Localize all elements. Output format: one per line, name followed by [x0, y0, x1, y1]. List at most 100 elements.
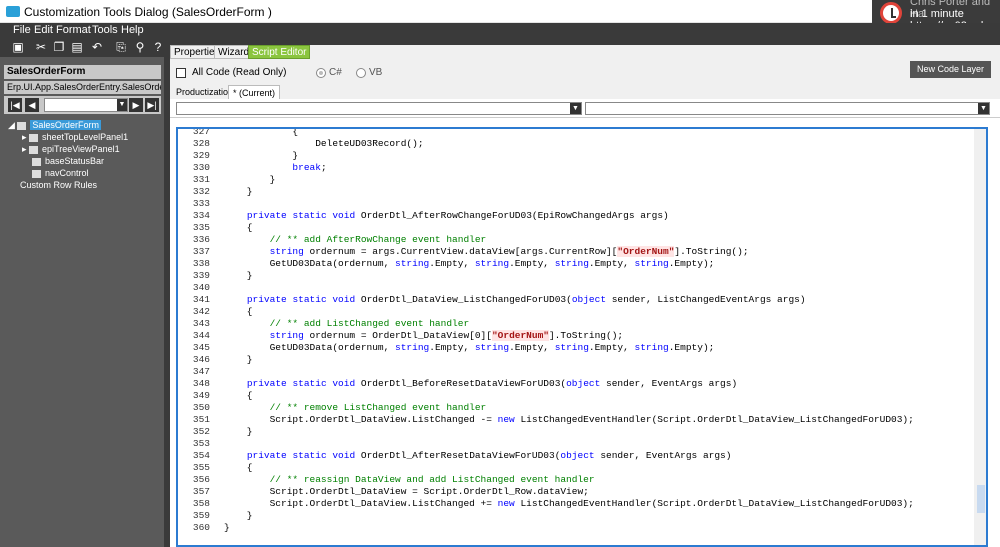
help-icon[interactable]: ?: [151, 40, 165, 54]
class-select[interactable]: ▼: [176, 102, 582, 115]
code-editor[interactable]: 327 328 329 330 331 332 333 334 335 336 337 338 339 3…: [176, 127, 988, 547]
prev-record-icon[interactable]: ◀: [25, 98, 39, 112]
line-number: 338: [192, 258, 210, 269]
code-line[interactable]: private static void OrderDtl_DataView_Li…: [224, 294, 806, 306]
save-icon[interactable]: ▣: [11, 40, 25, 54]
cut-icon[interactable]: ✂: [34, 40, 48, 54]
line-number: 339: [192, 270, 210, 281]
line-number: 355: [192, 462, 210, 473]
menu-tools[interactable]: Tools: [92, 24, 118, 36]
code-line[interactable]: break;: [224, 162, 326, 174]
code-area[interactable]: { DeleteUD03Record(); } break; } } priva…: [224, 129, 974, 545]
code-line[interactable]: // ** remove ListChanged event handler: [224, 402, 487, 414]
title-bar: Customization Tools Dialog (SalesOrderFo…: [0, 0, 1000, 23]
csharp-radio[interactable]: [316, 68, 326, 78]
vb-label: VB: [369, 67, 383, 78]
code-line[interactable]: string ordernum = OrderDtl_DataView[0]["…: [224, 330, 623, 342]
code-line[interactable]: Script.OrderDtl_DataView = Script.OrderD…: [224, 486, 589, 498]
code-line[interactable]: }: [224, 174, 276, 186]
first-record-icon[interactable]: |◀: [8, 98, 22, 112]
paste-icon[interactable]: ▤: [70, 40, 84, 54]
navcontrol-icon: [32, 169, 41, 178]
code-line[interactable]: // ** reassign DataView and add ListChan…: [224, 474, 595, 486]
vertical-scrollbar[interactable]: [974, 129, 986, 545]
code-line[interactable]: GetUD03Data(ordernum, string.Empty, stri…: [224, 258, 715, 270]
code-line[interactable]: {: [224, 462, 253, 474]
menu-edit[interactable]: Edit: [34, 24, 53, 36]
last-record-icon[interactable]: ▶|: [145, 98, 159, 112]
csharp-label: C#: [329, 67, 342, 78]
line-number: 360: [192, 522, 210, 533]
record-select[interactable]: ▼: [44, 98, 128, 112]
code-line[interactable]: }: [224, 522, 230, 534]
code-line[interactable]: }: [224, 354, 253, 366]
tree-node-salesorderform[interactable]: ◢ SalesOrderForm: [8, 119, 101, 131]
line-number: 341: [192, 294, 210, 305]
code-line[interactable]: {: [224, 129, 298, 138]
code-line[interactable]: {: [224, 306, 253, 318]
undo-icon[interactable]: ↶: [90, 40, 104, 54]
chevron-down-icon: ▼: [978, 103, 989, 114]
code-options: All Code (Read Only) C# VB New Code Laye…: [170, 59, 1000, 83]
print-icon[interactable]: ⎘: [114, 40, 128, 54]
menu-format[interactable]: Format: [56, 24, 91, 36]
fold-margin: [214, 129, 224, 545]
tab-script-editor[interactable]: Script Editor: [248, 45, 311, 59]
next-record-icon[interactable]: ▶: [129, 98, 143, 112]
line-number: 330: [192, 162, 210, 173]
code-line[interactable]: }: [224, 510, 253, 522]
menu-help[interactable]: Help: [121, 24, 144, 36]
toolbar-strip: [170, 37, 1000, 45]
code-line[interactable]: {: [224, 390, 253, 402]
line-number: 356: [192, 474, 210, 485]
line-number: 327: [192, 127, 210, 137]
control-tree: ◢ SalesOrderForm ▸ sheetTopLevelPanel1 ▸…: [4, 117, 161, 547]
code-line[interactable]: // ** add AfterRowChange event handler: [224, 234, 487, 246]
code-line[interactable]: string ordernum = args.CurrentView.dataV…: [224, 246, 749, 258]
line-number: 344: [192, 330, 210, 341]
line-number: 342: [192, 306, 210, 317]
member-selectors: ▼ ▼: [170, 99, 1000, 118]
menu-file[interactable]: File: [13, 24, 31, 36]
main-tabs: Properties Wizards Script Editor: [170, 45, 470, 59]
line-number: 332: [192, 186, 210, 197]
code-line[interactable]: private static void OrderDtl_BeforeReset…: [224, 378, 737, 390]
code-line[interactable]: Script.OrderDtl_DataView.ListChanged -= …: [224, 414, 914, 426]
tree-node-basestatusbar[interactable]: baseStatusBar: [32, 155, 104, 167]
code-line[interactable]: Script.OrderDtl_DataView.ListChanged += …: [224, 498, 914, 510]
code-line[interactable]: private static void OrderDtl_AfterResetD…: [224, 450, 732, 462]
code-line[interactable]: // ** add ListChanged event handler: [224, 318, 470, 330]
new-code-layer-button[interactable]: New Code Layer: [910, 61, 991, 78]
tree-node-custom-row-rules[interactable]: Custom Row Rules: [20, 179, 97, 191]
collapse-icon: ◢: [8, 120, 18, 130]
code-line[interactable]: }: [224, 186, 253, 198]
line-number: 343: [192, 318, 210, 329]
tree-node-epitreeviewpanel1[interactable]: ▸ epiTreeViewPanel1: [22, 143, 120, 155]
line-number: 346: [192, 354, 210, 365]
left-panel: SalesOrderForm Erp.UI.App.SalesOrderEntr…: [0, 57, 170, 547]
code-line[interactable]: DeleteUD03Record();: [224, 138, 423, 150]
expand-icon: ▸: [22, 144, 30, 154]
code-line[interactable]: GetUD03Data(ordernum, string.Empty, stri…: [224, 342, 715, 354]
member-select[interactable]: ▼: [585, 102, 990, 115]
statusbar-icon: [32, 157, 41, 166]
line-number: 345: [192, 342, 210, 353]
alarm-clock-icon: [880, 2, 902, 24]
tree-node-navcontrol[interactable]: navControl: [32, 167, 89, 179]
tab-current[interactable]: * (Current): [228, 85, 281, 99]
code-line[interactable]: {: [224, 222, 253, 234]
toolbar: ▣ ✂ ❐ ▤ ↶ ⎘ ⚲ ?: [0, 37, 170, 57]
copy-icon[interactable]: ❐: [52, 40, 66, 54]
code-line[interactable]: }: [224, 270, 253, 282]
scrollbar-thumb[interactable]: [977, 485, 985, 513]
tree-node-sheettoplevelpanel1[interactable]: ▸ sheetTopLevelPanel1: [22, 131, 128, 143]
all-code-checkbox[interactable]: [176, 68, 186, 78]
print-preview-icon[interactable]: ⚲: [133, 40, 147, 54]
vb-radio[interactable]: [356, 68, 366, 78]
code-line[interactable]: }: [224, 150, 298, 162]
panel-icon: [29, 133, 39, 142]
code-line[interactable]: private static void OrderDtl_AfterRowCha…: [224, 210, 669, 222]
layer-tabs: Productization * (Current): [170, 83, 1000, 99]
code-line[interactable]: }: [224, 426, 253, 438]
line-number: 359: [192, 510, 210, 521]
